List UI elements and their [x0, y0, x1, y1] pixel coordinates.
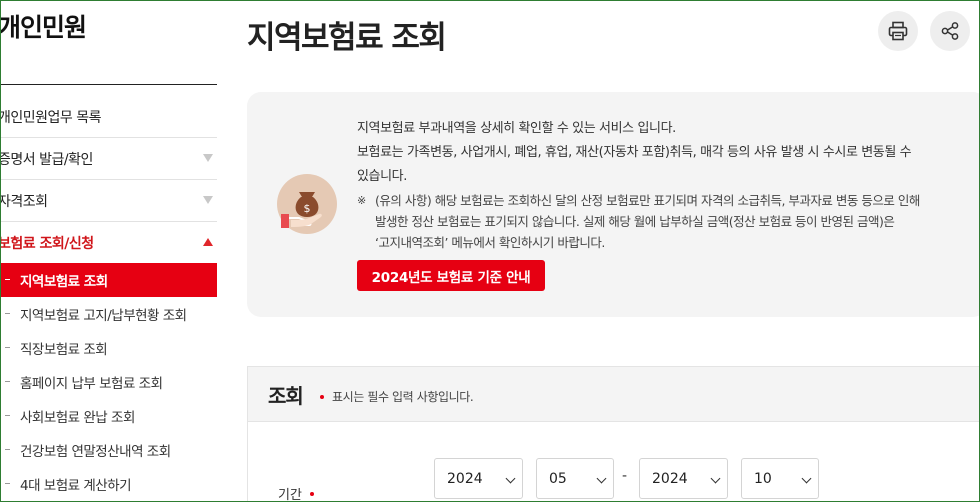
query-header: 조회 표시는 필수 입력 사항입니다. [247, 366, 980, 422]
sidebar-item-label: 보험료 조회/신청 [0, 236, 94, 252]
submenu-item-workplace-premium[interactable]: 직장보험료 조회 [0, 331, 217, 365]
sidebar-divider [0, 84, 217, 85]
dash-icon [5, 483, 10, 484]
from-month-select[interactable]: 05 [536, 458, 614, 499]
submenu-item-regional-notice[interactable]: 지역보험료 고지/납부현황 조회 [0, 297, 217, 331]
required-note: 표시는 필수 입력 사항입니다. [320, 388, 474, 405]
from-year-select[interactable]: 2024 [434, 458, 523, 499]
premium-guide-button[interactable]: 2024년도 보험료 기준 안내 [357, 260, 545, 291]
share-button[interactable] [930, 11, 970, 51]
submenu-item-calculator[interactable]: 4대 보험료 계산하기 [0, 467, 217, 501]
submenu-item-label: 사회보험료 완납 조회 [20, 410, 135, 426]
printer-icon [888, 21, 908, 41]
chevron-down-icon [596, 473, 607, 484]
sidebar-item-certificates[interactable]: 증명서 발급/확인 [0, 138, 217, 180]
submenu-item-label: 지역보험료 조회 [20, 274, 108, 290]
money-bag-hand-icon: $ [277, 174, 337, 234]
page-title: 지역보험료 조회 [247, 20, 447, 56]
sidebar-item-label: 개인민원업무 목록 [0, 109, 102, 126]
chevron-down-icon [203, 154, 213, 162]
to-month-value: 10 [754, 470, 772, 487]
dash-icon [5, 449, 10, 450]
query-title: 조회 [268, 384, 304, 408]
submenu-item-label: 4대 보험료 계산하기 [20, 478, 132, 494]
to-year-value: 2024 [652, 470, 688, 487]
note-line: ‘고지내역조회’ 메뉴에서 확인하시기 바랍니다. [375, 235, 605, 250]
to-year-select[interactable]: 2024 [639, 458, 728, 499]
submenu-item-label: 직장보험료 조회 [20, 342, 108, 358]
note-mark: ※ [357, 194, 366, 207]
submenu-item-full-payment[interactable]: 사회보험료 완납 조회 [0, 399, 217, 433]
submenu-item-label: 지역보험료 고지/납부현황 조회 [20, 308, 187, 324]
chevron-up-icon [203, 238, 213, 246]
submenu-item-label: 건강보험 연말정산내역 조회 [20, 444, 171, 460]
sidebar: 개인민원 개인민원업무 목록 증명서 발급/확인 자격조회 보험료 조회/신청 … [0, 0, 218, 502]
sidebar-item-label: 증명서 발급/확인 [0, 151, 93, 168]
dash-icon [5, 313, 10, 314]
sidebar-item-eligibility[interactable]: 자격조회 [0, 180, 217, 222]
submenu-item-regional-premium[interactable]: 지역보험료 조회 [0, 263, 217, 297]
dash-icon [5, 381, 10, 382]
dash-icon [5, 279, 10, 280]
from-month-value: 05 [549, 470, 567, 487]
sidebar-item-premium-inquiry[interactable]: 보험료 조회/신청 [0, 222, 217, 264]
print-button[interactable] [878, 11, 918, 51]
info-line: 보험료는 가족변동, 사업개시, 폐업, 휴업, 재산(자동차 포함)취득, 매… [357, 145, 912, 160]
required-dot-icon [320, 394, 324, 399]
note-line: 발생한 정산 보험료는 표기되지 않습니다. 실제 해당 월에 납부하실 금액(… [375, 214, 895, 229]
chevron-down-icon [203, 196, 213, 204]
submenu-item-year-end[interactable]: 건강보험 연말정산내역 조회 [0, 433, 217, 467]
dash-icon [5, 415, 10, 416]
note-line: (유의 사항) 해당 보험료는 조회하신 달의 산정 보험료만 표기되며 자격의… [375, 193, 920, 208]
svg-text:$: $ [304, 202, 311, 215]
chevron-down-icon [710, 473, 721, 484]
required-note-text: 표시는 필수 입력 사항입니다. [332, 390, 474, 404]
sidebar-item-label: 자격조회 [0, 193, 48, 210]
submenu-item-homepage-payment[interactable]: 홈페이지 납부 보험료 조회 [0, 365, 217, 399]
submenu-item-label: 홈페이지 납부 보험료 조회 [20, 376, 163, 392]
required-dot-icon [309, 491, 314, 496]
period-label: 기간 [278, 484, 314, 502]
chevron-down-icon [505, 473, 516, 484]
sidebar-title: 개인민원 [0, 13, 87, 42]
info-line: 지역보험료 부과내역을 상세히 확인할 수 있는 서비스 입니다. [357, 121, 676, 136]
range-separator: - [622, 468, 628, 484]
dash-icon [5, 347, 10, 348]
info-box: $ 지역보험료 부과내역을 상세히 확인할 수 있는 서비스 입니다. 보험료는… [247, 92, 980, 317]
chevron-down-icon [801, 473, 812, 484]
to-month-select[interactable]: 10 [741, 458, 819, 499]
period-label-text: 기간 [278, 488, 302, 502]
info-line: 있습니다. [357, 169, 407, 184]
sidebar-item-complaint-list[interactable]: 개인민원업무 목록 [0, 96, 217, 138]
info-description: 지역보험료 부과내역을 상세히 확인할 수 있는 서비스 입니다. 보험료는 가… [357, 117, 980, 189]
from-year-value: 2024 [447, 470, 483, 487]
share-icon [941, 22, 959, 40]
